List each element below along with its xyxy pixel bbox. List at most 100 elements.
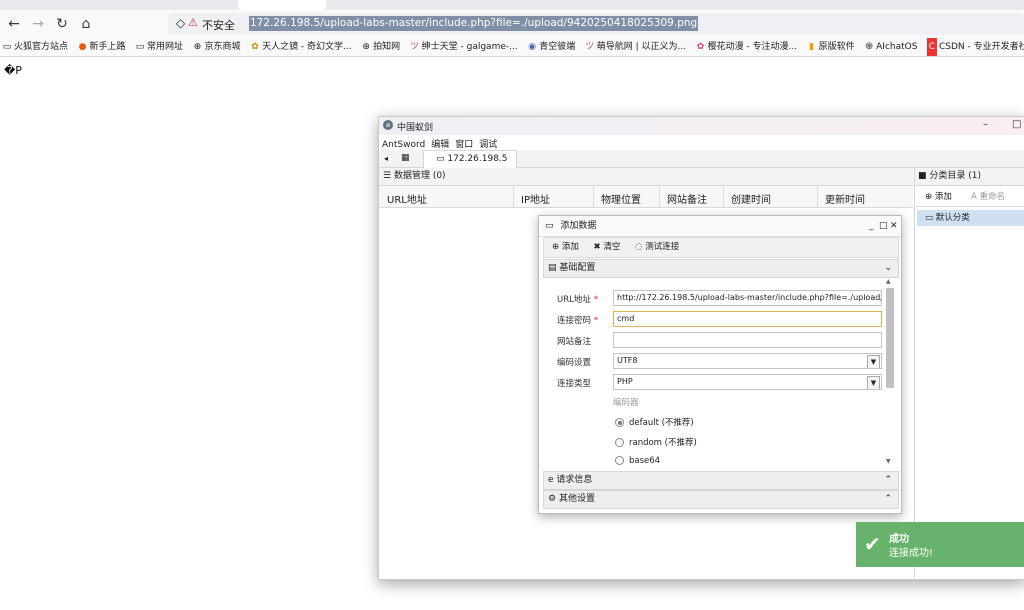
bookmark-item[interactable]: ✿ 天人之镜 - 奇幻文学...	[248, 38, 356, 56]
chevron-down-icon[interactable]: ▼	[867, 376, 880, 389]
bookmark-item[interactable]: ⊕ 京东商城	[191, 38, 245, 56]
test-connection-button[interactable]: ◌ 测试连接	[635, 242, 679, 252]
bookmarks-bar: ▭ 火狐官方站点 ● 新手上路 ▭ 常用网址 ⊕ 京东商城 ✿ 天人之镜 - 奇幻文学..…	[0, 38, 1024, 57]
menu-window[interactable]: 窗口	[452, 136, 476, 151]
category-item-default[interactable]: ▭ 默认分类	[917, 210, 1024, 226]
minimize-icon[interactable]: _	[869, 216, 874, 236]
bookmark-item[interactable]: ツ萌导航网 | 以正义为...	[583, 38, 690, 56]
column-divider[interactable]	[513, 186, 514, 207]
folder-icon: ▭	[436, 154, 445, 164]
menu-edit[interactable]: 编辑	[428, 136, 452, 151]
category-toolbar: ⊕ 添加 A 重命名	[915, 186, 1024, 207]
column-divider[interactable]	[723, 186, 724, 207]
gears-icon: ⚙	[548, 494, 557, 504]
chevron-up-icon[interactable]: ⌃	[884, 491, 892, 508]
checkmark-icon: ✔	[864, 532, 881, 556]
globe-icon: ⊕	[193, 42, 202, 52]
bookmark-item[interactable]: ▭ 常用网址	[133, 38, 187, 56]
password-input[interactable]: cmd	[613, 311, 882, 327]
tab-host-label: 172.26.198.5	[447, 154, 508, 164]
browser-active-tab[interactable]	[238, 0, 326, 10]
insecure-lock-icon[interactable]: ⚠	[188, 16, 198, 29]
column-divider[interactable]	[659, 186, 660, 207]
column-header[interactable]: IP地址	[521, 191, 550, 206]
site-icon: ツ	[410, 42, 420, 52]
browser-tab-strip	[0, 0, 1024, 10]
column-header[interactable]: 网站备注	[667, 191, 707, 206]
bookmark-item[interactable]: ֍ AIchatOS	[862, 38, 921, 56]
encoder-option-random[interactable]: random (不推荐)	[615, 436, 697, 448]
radio-icon[interactable]	[615, 438, 624, 447]
maximize-icon[interactable]: □	[1012, 119, 1021, 130]
column-header[interactable]: 更新时间	[825, 191, 865, 206]
bookmark-item[interactable]: CCSDN - 专业开发者社...	[925, 38, 1024, 56]
encoder-option-base64[interactable]: base64	[615, 456, 660, 466]
data-manager-title: 数据管理 (0)	[393, 171, 446, 181]
scroll-up-icon[interactable]: ▲	[886, 278, 891, 285]
encoding-select[interactable]: UTF8 ▼	[613, 353, 882, 369]
radio-icon[interactable]	[615, 456, 624, 465]
url-text[interactable]: 172.26.198.5/upload-labs-master/include.…	[249, 16, 699, 31]
bookmark-item[interactable]: ⊕ 拍知网	[359, 38, 404, 56]
tab-scroll-left-icon[interactable]: ◂	[384, 154, 388, 163]
chevron-down-icon[interactable]: ⌄	[884, 260, 892, 277]
connection-type-select[interactable]: PHP ▼	[613, 374, 882, 390]
scrollbar-thumb[interactable]	[886, 288, 894, 388]
back-icon[interactable]: ←	[6, 16, 22, 32]
firefox-icon: ●	[78, 42, 87, 52]
connection-type-label: 连接类型	[557, 379, 592, 389]
bookmark-item[interactable]: ◉ 青空彼端	[525, 38, 579, 56]
folder-icon: ■	[918, 171, 927, 181]
bookmark-item[interactable]: ▭ 火狐官方站点	[0, 38, 72, 56]
toast-message: 连接成功!	[889, 548, 934, 559]
site-icon: ◉	[528, 42, 537, 52]
globe-icon: ⊕	[362, 42, 370, 52]
column-header[interactable]: URL地址	[387, 191, 427, 206]
grid-icon[interactable]: ▦	[401, 153, 410, 163]
column-header[interactable]: 创建时间	[731, 191, 771, 206]
minimize-icon[interactable]: –	[983, 119, 988, 130]
bookmark-item[interactable]: ▮ 原版软件	[805, 38, 859, 56]
forward-icon[interactable]: →	[30, 16, 46, 32]
note-input[interactable]	[613, 332, 882, 348]
window-titlebar: ⌀ 中国蚁剑 – □	[379, 117, 1024, 135]
radio-selected-icon[interactable]	[615, 418, 624, 427]
chevron-up-icon[interactable]: ⌃	[884, 472, 892, 489]
list-icon: ☰	[383, 171, 392, 181]
add-button[interactable]: ⊕ 添加	[552, 242, 579, 252]
menu-debug[interactable]: 调试	[476, 136, 500, 151]
dialog-titlebar: ▭ 添加数据 _ □ ✕	[539, 216, 901, 237]
section-request-info[interactable]: e 请求信息 ⌃	[543, 471, 899, 490]
clear-button[interactable]: ✖ 清空	[594, 242, 621, 252]
column-divider[interactable]	[593, 186, 594, 207]
scroll-down-icon[interactable]: ▼	[886, 458, 891, 465]
bookmark-item[interactable]: ツ绅士天堂 - galgame-...	[408, 38, 522, 56]
chevron-down-icon[interactable]: ▼	[867, 355, 880, 368]
table-header: URL地址 IP地址 物理位置 网站备注 创建时间 更新时间	[379, 186, 913, 208]
column-header[interactable]: 物理位置	[601, 191, 641, 206]
form-scrollbar[interactable]: ▲ ▼	[884, 278, 896, 468]
reload-icon[interactable]: ↻	[54, 16, 70, 32]
required-marker: *	[594, 316, 599, 326]
bookmark-item[interactable]: ● 新手上路	[76, 38, 130, 56]
basic-config-form: URL地址 * http://172.26.198.5/upload-labs-m…	[543, 279, 897, 469]
category-rename-button[interactable]: A 重命名	[971, 190, 1005, 202]
column-divider[interactable]	[817, 186, 818, 207]
maximize-icon[interactable]: □	[879, 216, 888, 236]
shield-icon[interactable]: ◇	[176, 16, 185, 30]
antsword-logo-icon: ⌀	[383, 120, 393, 130]
section-basic-config[interactable]: ▤ 基础配置 ⌄	[543, 259, 899, 278]
section-other-settings[interactable]: ⚙ 其他设置 ⌃	[543, 490, 899, 509]
success-toast[interactable]: ✔ 成功 连接成功!	[856, 522, 1024, 567]
data-manager-header: ☰ 数据管理 (0)	[379, 168, 913, 186]
bookmark-item[interactable]: ✿ 樱花动漫 - 专注动漫...	[694, 38, 802, 56]
encoder-option-default[interactable]: default (不推荐)	[615, 416, 694, 428]
url-input[interactable]: http://172.26.198.5/upload-labs-master/i…	[613, 290, 882, 306]
home-icon[interactable]: ⌂	[78, 16, 94, 32]
tab-host[interactable]: ▭ 172.26.198.5 ✕	[423, 150, 517, 179]
required-marker: *	[593, 295, 599, 305]
window-title: 中国蚁剑	[397, 123, 434, 133]
close-icon[interactable]: ✕	[890, 216, 898, 236]
category-add-button[interactable]: ⊕ 添加	[925, 190, 952, 202]
address-bar[interactable]: ◇ ⚠ 不安全 172.26.198.5/upload-labs-master/…	[168, 13, 1024, 35]
